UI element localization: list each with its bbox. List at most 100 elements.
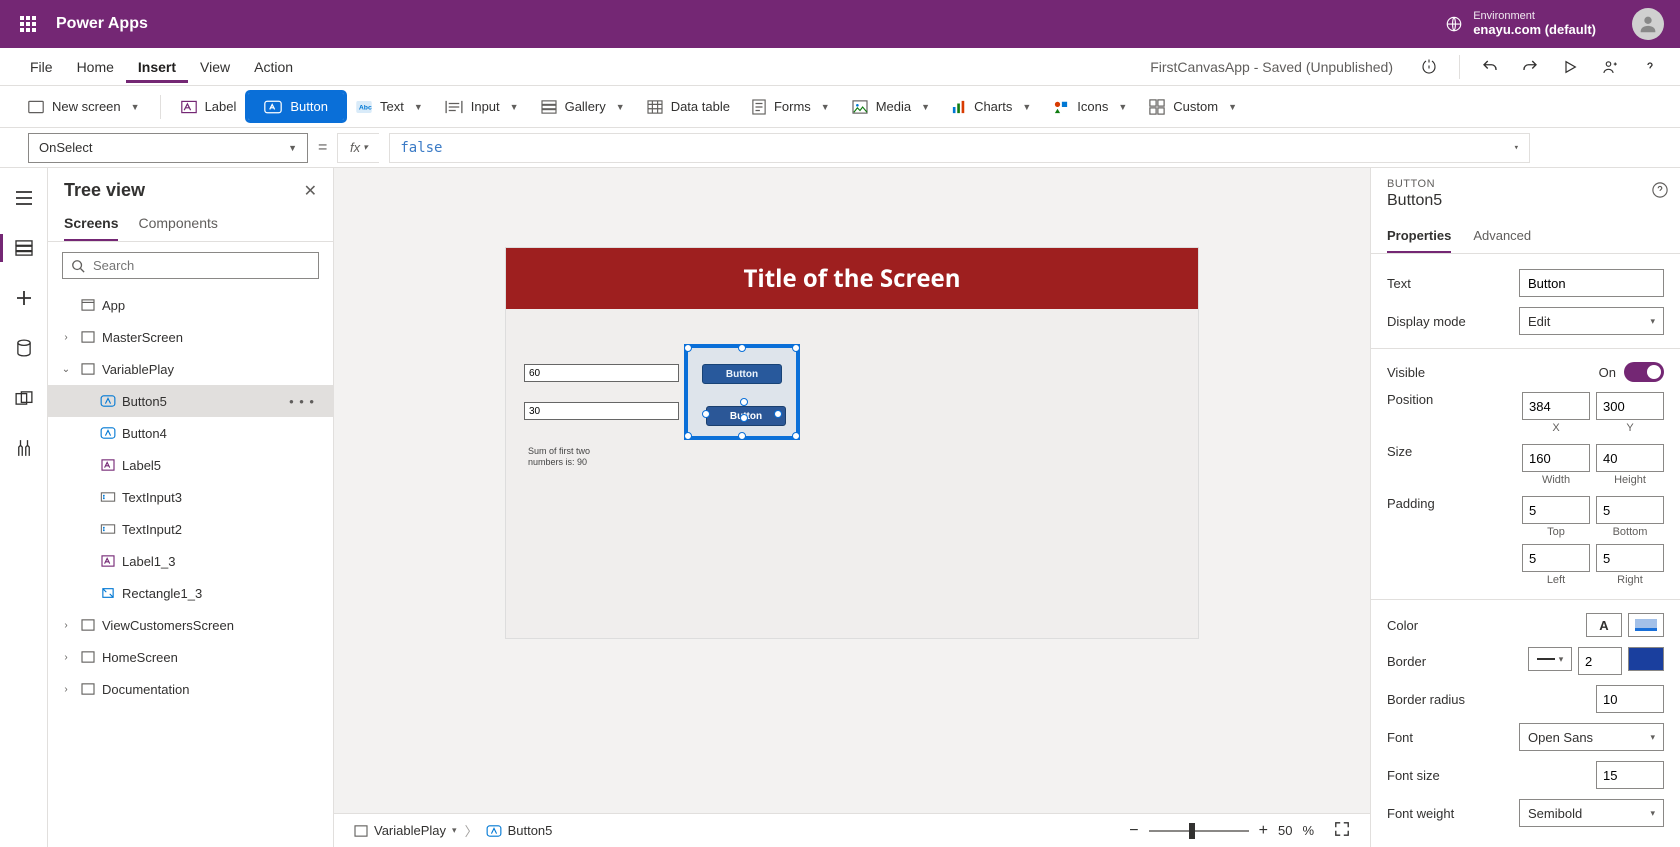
label-button[interactable]: Label — [171, 93, 247, 120]
tools-nav-button[interactable] — [4, 428, 44, 468]
resize-handle[interactable] — [774, 410, 782, 418]
prop-font-size-input[interactable] — [1596, 761, 1664, 789]
resize-handle[interactable] — [738, 344, 746, 352]
insert-nav-button[interactable] — [4, 278, 44, 318]
resize-handle[interactable] — [740, 414, 748, 422]
canvas-textinput3[interactable] — [524, 402, 679, 420]
resize-handle[interactable] — [684, 432, 692, 440]
expand-icon[interactable]: › — [58, 620, 74, 631]
new-screen-button[interactable]: New screen ▼ — [18, 93, 150, 120]
tab-screens[interactable]: Screens — [64, 207, 118, 241]
fx-expand-button[interactable]: fx ▾ — [337, 133, 379, 163]
collapse-icon[interactable]: ⌄ — [58, 364, 74, 375]
help-button[interactable] — [1632, 49, 1668, 85]
prop-text-input[interactable] — [1519, 269, 1664, 297]
tree-item-documentation[interactable]: › Documentation — [48, 673, 333, 705]
resize-handle[interactable] — [738, 432, 746, 440]
icons-button[interactable]: Icons ▼ — [1043, 93, 1137, 120]
prop-width-input[interactable] — [1522, 444, 1590, 472]
tree-item-label5[interactable]: Label5 — [48, 449, 333, 481]
prop-border-color-swatch[interactable] — [1628, 647, 1664, 671]
tree-item-rectangle1-3[interactable]: Rectangle1_3 — [48, 577, 333, 609]
tree-item-variableplay[interactable]: ⌄ VariablePlay — [48, 353, 333, 385]
play-button[interactable] — [1552, 49, 1588, 85]
prop-pad-right-input[interactable] — [1596, 544, 1664, 572]
tree-item-button5[interactable]: Button5 • • • — [48, 385, 333, 417]
menu-home[interactable]: Home — [65, 51, 126, 83]
tab-components[interactable]: Components — [138, 207, 217, 241]
zoom-slider-track[interactable] — [1149, 830, 1249, 832]
tree-view-nav-button[interactable] — [4, 228, 44, 268]
charts-button[interactable]: Charts ▼ — [942, 93, 1041, 120]
canvas-sum-label[interactable]: Sum of first two numbers is: 90 — [528, 446, 590, 468]
prop-border-radius-input[interactable] — [1596, 685, 1664, 713]
data-table-button[interactable]: Data table — [637, 93, 740, 120]
resize-handle[interactable] — [792, 432, 800, 440]
prop-border-width-input[interactable] — [1578, 647, 1622, 675]
media-button[interactable]: Media ▼ — [842, 93, 940, 120]
more-options-button[interactable]: • • • — [289, 394, 315, 409]
canvas-area[interactable]: Title of the Screen Button Button — [334, 168, 1370, 813]
resize-handle[interactable] — [740, 398, 748, 406]
canvas-screen-title[interactable]: Title of the Screen — [506, 248, 1198, 309]
prop-border-style-select[interactable]: ▾ — [1528, 647, 1572, 671]
prop-fill-color-swatch[interactable] — [1628, 613, 1664, 637]
redo-button[interactable] — [1512, 49, 1548, 85]
resize-handle[interactable] — [792, 344, 800, 352]
breadcrumb-element[interactable]: Button5 — [486, 823, 553, 838]
menu-insert[interactable]: Insert — [126, 51, 188, 83]
prop-height-input[interactable] — [1596, 444, 1664, 472]
tree-item-textinput2[interactable]: TextInput2 — [48, 513, 333, 545]
user-avatar[interactable] — [1632, 8, 1664, 40]
prop-font-color-swatch[interactable]: A — [1586, 613, 1622, 637]
prop-visible-toggle[interactable] — [1624, 362, 1664, 382]
search-field[interactable] — [93, 258, 310, 273]
prop-y-input[interactable] — [1596, 392, 1664, 420]
zoom-slider-thumb[interactable] — [1189, 823, 1195, 839]
property-selector[interactable]: OnSelect ▼ — [28, 133, 308, 163]
button-control-button[interactable]: Button — [248, 93, 344, 120]
tab-properties[interactable]: Properties — [1387, 220, 1451, 253]
expand-icon[interactable]: › — [58, 652, 74, 663]
tree-item-textinput3[interactable]: TextInput3 — [48, 481, 333, 513]
undo-button[interactable] — [1472, 49, 1508, 85]
tree-item-masterscreen[interactable]: › MasterScreen — [48, 321, 333, 353]
tree-search-input[interactable] — [62, 252, 319, 279]
menu-view[interactable]: View — [188, 51, 242, 83]
tree-item-viewcustomersscreen[interactable]: › ViewCustomersScreen — [48, 609, 333, 641]
expand-icon[interactable]: › — [58, 684, 74, 695]
canvas-textinput2[interactable] — [524, 364, 679, 382]
fit-to-screen-button[interactable] — [1334, 821, 1350, 840]
menu-file[interactable]: File — [18, 51, 65, 83]
prop-pad-bottom-input[interactable] — [1596, 496, 1664, 524]
zoom-in-button[interactable]: + — [1259, 822, 1268, 840]
app-launcher-button[interactable] — [8, 4, 48, 44]
help-icon[interactable] — [1652, 182, 1668, 201]
resize-handle[interactable] — [702, 410, 710, 418]
canvas-screen[interactable]: Title of the Screen Button Button — [506, 248, 1198, 638]
prop-x-input[interactable] — [1522, 392, 1590, 420]
gallery-button[interactable]: Gallery ▼ — [531, 93, 635, 120]
resize-handle[interactable] — [684, 344, 692, 352]
media-nav-button[interactable] — [4, 378, 44, 418]
input-button[interactable]: Input ▼ — [435, 93, 529, 120]
hamburger-button[interactable] — [4, 178, 44, 218]
tree-item-app[interactable]: App — [48, 289, 333, 321]
prop-pad-top-input[interactable] — [1522, 496, 1590, 524]
tree-item-label1-3[interactable]: Label1_3 — [48, 545, 333, 577]
app-checker-button[interactable] — [1411, 49, 1447, 85]
menu-action[interactable]: Action — [242, 51, 305, 83]
tab-advanced[interactable]: Advanced — [1473, 220, 1531, 253]
data-nav-button[interactable] — [4, 328, 44, 368]
prop-displaymode-select[interactable]: Edit ▾ — [1519, 307, 1664, 335]
expand-icon[interactable]: › — [58, 332, 74, 343]
zoom-out-button[interactable]: − — [1129, 822, 1138, 840]
environment-picker[interactable]: Environment enayu.com (default) — [1445, 10, 1596, 38]
formula-input[interactable]: false ▾ — [389, 133, 1530, 163]
prop-font-select[interactable]: Open Sans ▾ — [1519, 723, 1664, 751]
prop-font-weight-select[interactable]: Semibold ▾ — [1519, 799, 1664, 827]
share-button[interactable] — [1592, 49, 1628, 85]
prop-pad-left-input[interactable] — [1522, 544, 1590, 572]
tree-item-homescreen[interactable]: › HomeScreen — [48, 641, 333, 673]
custom-button[interactable]: Custom ▼ — [1139, 93, 1247, 121]
